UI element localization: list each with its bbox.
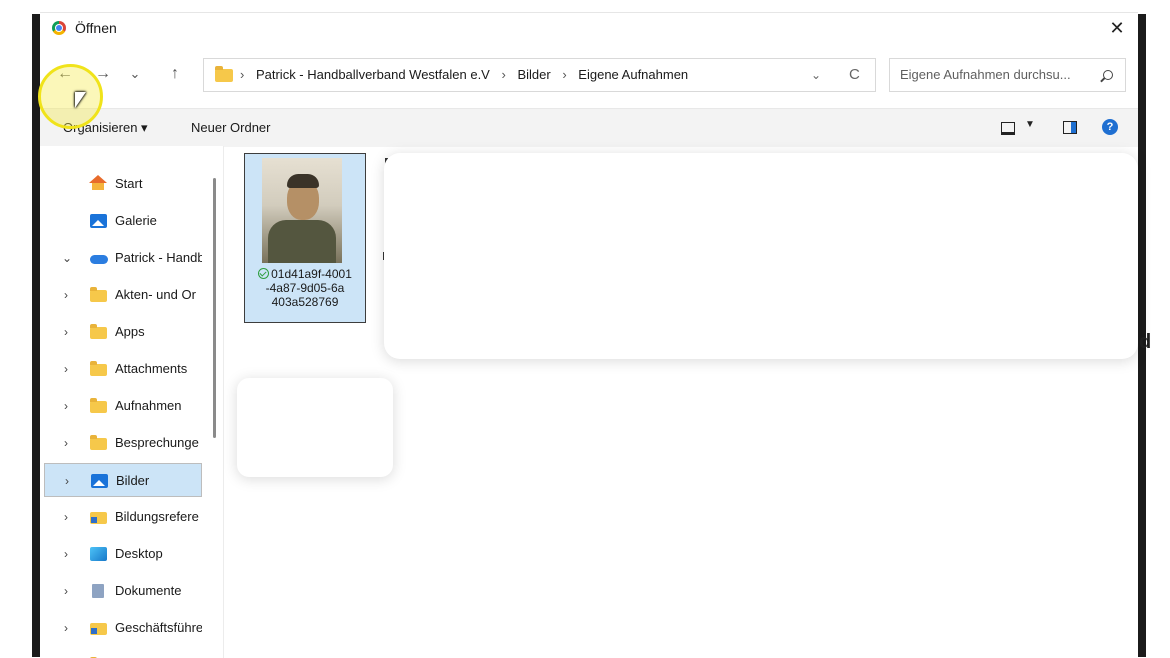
chevron-right-icon[interactable]: › [64, 315, 68, 349]
chevron-right-icon[interactable]: › [64, 426, 68, 460]
sidebar-item-bildungsreferent[interactable]: › Bildungsrefere [44, 500, 202, 534]
redaction-overlay [384, 153, 1138, 359]
file-name-line: -4a87-9d05-6a [265, 281, 345, 295]
sidebar-item-label: Dokumente [115, 583, 182, 598]
chevron-right-icon[interactable]: › [64, 500, 68, 534]
thumbnail-shirt [268, 220, 336, 263]
file-name: 01d41a9f-4001 -4a87-9d05-6a 403a528769 [249, 267, 361, 309]
dialog-title: Öffnen [75, 20, 117, 36]
file-name-line: 01d41a9f-4001 [271, 267, 352, 281]
view-options-icon[interactable] [1001, 122, 1015, 135]
sidebar-item-desktop[interactable]: › Desktop [44, 537, 202, 571]
sidebar-item-apps[interactable]: › Apps [44, 315, 202, 349]
sidebar-item-geschaeftsfuehrer[interactable]: › Geschäftsführe [44, 611, 202, 645]
search-box[interactable]: Eigene Aufnahmen durchsu... [889, 58, 1126, 92]
sidebar-item-label: Akten- und Or [115, 287, 196, 302]
navigation-pane: Start Galerie ⌄ Patrick - Handb › Akten-… [40, 146, 223, 658]
folder-icon [90, 435, 107, 450]
chevron-right-icon[interactable]: › [64, 611, 68, 645]
recent-locations-chevron-icon[interactable]: ⌄ [124, 63, 146, 85]
occluded-text-fragment: d [1139, 331, 1152, 353]
sidebar-item-label: Apps [115, 324, 145, 339]
close-button[interactable]: ✕ [1102, 15, 1132, 41]
breadcrumb-separator: › [240, 67, 245, 82]
navigation-scrollbar[interactable] [213, 178, 216, 438]
desktop-icon [90, 547, 107, 561]
breadcrumb-separator: › [501, 67, 506, 82]
file-item[interactable]: 01d41a9f-4001 -4a87-9d05-6a 403a528769 [244, 153, 366, 323]
sidebar-item-besprechungen[interactable]: › Besprechunge [44, 426, 202, 460]
up-arrow-icon[interactable]: ↑ [164, 63, 186, 85]
refresh-icon[interactable]: C [849, 59, 860, 91]
document-icon [92, 584, 104, 598]
sidebar-item-bilder[interactable]: › Bilder [44, 463, 202, 497]
chevron-right-icon[interactable]: › [64, 537, 68, 571]
home-icon [89, 175, 107, 190]
breadcrumb-bilder[interactable]: Bilder [517, 67, 550, 82]
breadcrumb-onedrive[interactable]: Patrick - Handballverband Westfalen e.V [256, 67, 490, 82]
sidebar-item-label: Patrick - Handb [115, 250, 202, 265]
chevron-down-icon[interactable]: ⌄ [62, 241, 72, 275]
title-bar: Öffnen ✕ [40, 13, 1138, 43]
folder-icon [90, 361, 107, 376]
background-window-edge [32, 14, 40, 657]
sidebar-item-aufnahmen[interactable]: › Aufnahmen [44, 389, 202, 423]
sidebar-item-attachments[interactable]: › Attachments [44, 352, 202, 386]
preview-pane-icon[interactable] [1063, 121, 1077, 134]
click-highlight-circle [38, 64, 103, 129]
folder-icon [90, 398, 107, 413]
sidebar-item-galerie[interactable]: Galerie [44, 204, 202, 238]
chevron-right-icon[interactable]: › [64, 352, 68, 386]
address-dropdown-chevron-icon[interactable]: ⌄ [811, 59, 821, 91]
chevron-right-icon[interactable]: › [64, 389, 68, 423]
sidebar-item-label: Geschäftsführe [115, 620, 202, 635]
breadcrumb-eigene-aufnahmen[interactable]: Eigene Aufnahmen [578, 67, 688, 82]
new-folder-button[interactable]: Neuer Ordner [191, 109, 270, 147]
chevron-right-icon[interactable]: › [64, 278, 68, 312]
sidebar-item-label: Aufnahmen [115, 398, 182, 413]
sidebar-item-dokumente[interactable]: › Dokumente [44, 574, 202, 608]
shortcut-folder-icon [90, 623, 107, 635]
chevron-right-icon[interactable]: › [65, 464, 69, 496]
command-bar: Organisieren ▾ Neuer Ordner ▼ ? [40, 108, 1138, 147]
chevron-right-icon[interactable]: › [64, 574, 68, 608]
file-name-line: 403a528769 [271, 295, 339, 309]
synced-check-icon [258, 268, 270, 279]
sidebar-item-label: Attachments [115, 361, 188, 376]
sidebar-item-label: Start [115, 176, 143, 191]
search-icon[interactable] [1103, 70, 1113, 80]
folder-icon [90, 324, 107, 339]
search-input[interactable]: Eigene Aufnahmen durchsu... [900, 59, 1071, 91]
shortcut-folder-icon [90, 512, 107, 524]
sidebar-item-onedrive[interactable]: ⌄ Patrick - Handb [44, 241, 202, 275]
onedrive-icon [90, 255, 108, 264]
sidebar-item-label: Galerie [115, 213, 157, 228]
chrome-icon [52, 21, 66, 35]
pictures-icon [91, 474, 108, 488]
mouse-cursor-icon [75, 92, 86, 108]
thumbnail-hair [287, 174, 319, 188]
address-bar[interactable]: › Patrick - Handballverband Westfalen e.… [203, 58, 876, 92]
redaction-overlay-small [237, 378, 393, 477]
sidebar-item-start[interactable]: Start [44, 167, 202, 201]
folder-icon [90, 287, 107, 302]
sidebar-item-label: Desktop [115, 546, 163, 561]
sidebar-item-label: Bilder [116, 473, 150, 488]
sidebar-item-akten[interactable]: › Akten- und Or [44, 278, 202, 312]
gallery-icon [90, 214, 107, 228]
folder-icon [215, 66, 233, 82]
breadcrumb-separator: › [562, 67, 567, 82]
navigation-bar: ← → ⌄ ↑ › Patrick - Handballverband West… [40, 55, 1138, 95]
sidebar-item-label: Bildungsrefere [115, 509, 199, 524]
file-thumbnail [262, 158, 342, 263]
breadcrumb: › Patrick - Handballverband Westfalen e.… [240, 59, 688, 91]
sidebar-item-label: Besprechunge [115, 435, 199, 450]
help-icon[interactable]: ? [1102, 119, 1118, 135]
view-dropdown-caret-icon[interactable]: ▼ [1025, 119, 1035, 130]
